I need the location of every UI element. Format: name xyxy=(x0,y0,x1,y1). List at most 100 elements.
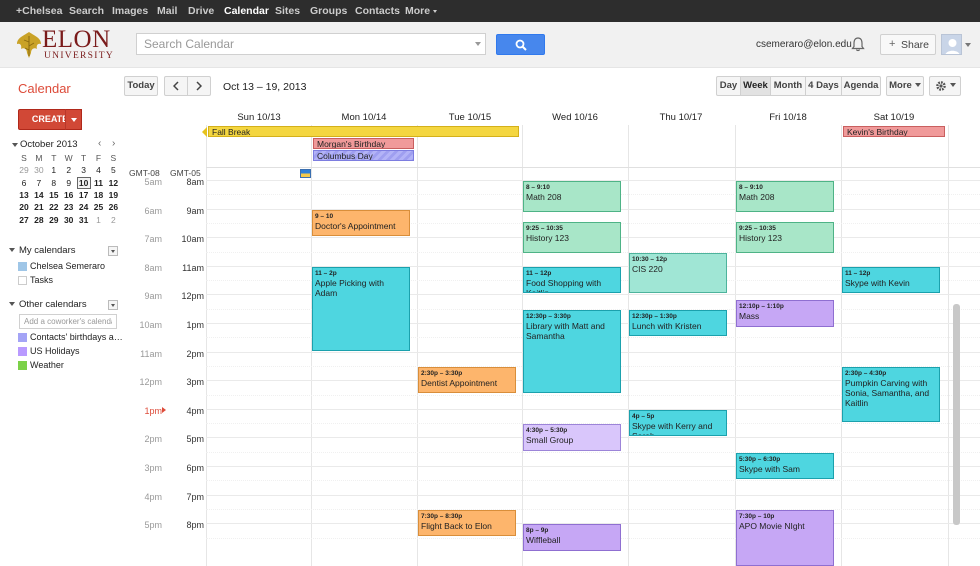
mini-cal-day[interactable]: 2 xyxy=(62,164,76,176)
allday-event-morgans-birthday[interactable]: Morgan's Birthday xyxy=(313,138,414,149)
mini-cal-day[interactable]: 6 xyxy=(17,177,31,189)
account-caret-icon[interactable] xyxy=(965,43,971,47)
day-header[interactable]: Fri 10/18 xyxy=(735,112,841,123)
day-header[interactable]: Tue 10/15 xyxy=(417,112,523,123)
add-coworker-input[interactable] xyxy=(19,314,117,329)
nav-mail[interactable]: Mail xyxy=(157,0,177,22)
settings-button[interactable] xyxy=(929,76,961,96)
collapse-triangle-icon[interactable] xyxy=(12,143,18,147)
day-header[interactable]: Mon 10/14 xyxy=(311,112,417,123)
mini-next-month-icon[interactable]: › xyxy=(112,138,115,149)
event-skype-kevin[interactable]: 11 – 12p Skype with Kevin xyxy=(842,266,940,294)
mini-cal-day[interactable]: 17 xyxy=(77,189,91,201)
user-email[interactable]: csemeraro@elon.edu xyxy=(756,39,852,50)
day-header[interactable]: Wed 10/16 xyxy=(522,112,628,123)
event-food-shopping[interactable]: 11 – 12p Food Shopping with Kaitlin xyxy=(523,266,621,294)
weather-icon[interactable] xyxy=(300,169,311,178)
mini-cal-day[interactable]: 28 xyxy=(32,214,46,226)
event-doctors-appointment[interactable]: 9 – 10 Doctor's Appointment xyxy=(312,209,410,237)
other-calendars-dropdown[interactable] xyxy=(108,300,118,310)
more-button[interactable]: More xyxy=(886,76,924,96)
nav-search[interactable]: Search xyxy=(69,0,104,22)
event-history-123[interactable]: 9:25 – 10:35 History 123 xyxy=(736,221,834,253)
allday-event-fall-break[interactable]: Fall Break xyxy=(208,126,519,137)
create-dropdown-button[interactable] xyxy=(65,109,82,130)
event-mass[interactable]: 12:10p – 1:10p Mass xyxy=(736,300,834,327)
mini-cal-day[interactable]: 14 xyxy=(32,189,46,201)
my-calendars-dropdown[interactable] xyxy=(108,246,118,256)
event-cis-220[interactable]: 10:30 – 12p CIS 220 xyxy=(629,252,727,294)
mini-cal-day[interactable]: 27 xyxy=(17,214,31,226)
avatar[interactable] xyxy=(941,34,962,55)
nav-more[interactable]: More xyxy=(405,0,438,22)
mini-cal-day[interactable]: 13 xyxy=(17,189,31,201)
event-apo-movie-night[interactable]: 7:30p – 10p APO Movie NIght xyxy=(736,509,834,566)
event-skype-sam[interactable]: 5:30p – 6:30p Skype with Sam xyxy=(736,452,834,480)
allday-event-kevins-birthday[interactable]: Kevin's Birthday xyxy=(843,126,945,137)
day-header[interactable]: Thu 10/17 xyxy=(628,112,734,123)
mini-cal-day[interactable]: 7 xyxy=(32,177,46,189)
mini-cal-day[interactable]: 9 xyxy=(62,177,76,189)
mini-cal-day[interactable]: 22 xyxy=(47,201,61,213)
view-month-button[interactable]: Month xyxy=(770,76,806,96)
event-pumpkin-carving[interactable]: 2:30p – 4:30p Pumpkin Carving with Sonia,… xyxy=(842,366,940,423)
mini-cal-day[interactable]: 1 xyxy=(47,164,61,176)
event-math-208[interactable]: 8 – 9:10 Math 208 xyxy=(523,181,621,213)
view-day-button[interactable]: Day xyxy=(716,76,741,96)
mini-cal-day[interactable]: 26 xyxy=(106,201,120,213)
mini-cal-day[interactable]: 29 xyxy=(17,164,31,176)
nav-contacts[interactable]: Contacts xyxy=(355,0,400,22)
event-skype-kerry-sarah[interactable]: 4p – 5p Skype with Kerry and Sarah xyxy=(629,409,727,437)
notifications-bell-icon[interactable] xyxy=(851,37,865,52)
mini-cal-day[interactable]: 30 xyxy=(62,214,76,226)
next-week-button[interactable] xyxy=(187,76,211,96)
mini-cal-day[interactable]: 15 xyxy=(47,189,61,201)
mini-cal-day[interactable]: 23 xyxy=(62,201,76,213)
mini-cal-day[interactable]: 19 xyxy=(106,189,120,201)
mini-cal-day[interactable]: 21 xyxy=(32,201,46,213)
event-history-123[interactable]: 9:25 – 10:35 History 123 xyxy=(523,221,621,253)
mini-cal-day[interactable]: 30 xyxy=(32,164,46,176)
search-input[interactable] xyxy=(136,33,486,55)
mini-cal-day[interactable]: 1 xyxy=(92,214,106,226)
mini-cal-day[interactable]: 8 xyxy=(47,177,61,189)
day-header[interactable]: Sun 10/13 xyxy=(206,112,312,123)
mini-cal-day[interactable]: 10 xyxy=(76,176,91,189)
event-wiffleball[interactable]: 8p – 9p Wiffleball xyxy=(523,524,621,551)
mini-cal-day[interactable]: 29 xyxy=(47,214,61,226)
nav-images[interactable]: Images xyxy=(112,0,148,22)
view-week-button[interactable]: Week xyxy=(740,76,771,96)
prev-week-button[interactable] xyxy=(164,76,188,96)
event-math-208[interactable]: 8 – 9:10 Math 208 xyxy=(736,181,834,213)
share-button[interactable]: + Share xyxy=(880,34,936,55)
other-calendars-header[interactable]: Other calendars xyxy=(9,299,87,310)
event-small-group[interactable]: 4:30p – 5:30p Small Group xyxy=(523,424,621,451)
mini-cal-day[interactable]: 5 xyxy=(106,164,120,176)
event-dentist-appointment[interactable]: 2:30p – 3:30p Dentist Appointment xyxy=(418,366,516,394)
mini-cal-day[interactable]: 11 xyxy=(92,177,106,189)
elon-logo[interactable]: ELON UNIVERSITY xyxy=(15,27,119,64)
mini-cal-day[interactable]: 4 xyxy=(92,164,106,176)
grid-scrollbar[interactable] xyxy=(953,304,960,525)
event-apple-picking[interactable]: 11 – 2p Apple Picking with Adam xyxy=(312,266,410,351)
mini-cal-day[interactable]: 3 xyxy=(77,164,91,176)
search-button[interactable] xyxy=(496,34,545,55)
event-flight-back[interactable]: 7:30p – 8:30p Flight Back to Elon xyxy=(418,509,516,537)
view-agenda-button[interactable]: Agenda xyxy=(841,76,881,96)
mini-cal-day[interactable]: 12 xyxy=(106,177,120,189)
mini-cal-day[interactable]: 20 xyxy=(17,201,31,213)
nav-groups[interactable]: Groups xyxy=(310,0,347,22)
mini-cal-day[interactable]: 16 xyxy=(62,189,76,201)
mini-cal-day[interactable]: 31 xyxy=(77,214,91,226)
nav-sites[interactable]: Sites xyxy=(275,0,300,22)
today-button[interactable]: Today xyxy=(124,76,158,96)
nav-plus-chelsea[interactable]: +Chelsea xyxy=(16,0,62,22)
event-lunch-kristen[interactable]: 12:30p – 1:30p Lunch with Kristen xyxy=(629,309,727,337)
view-4days-button[interactable]: 4 Days xyxy=(805,76,842,96)
allday-event-columbus-day[interactable]: Columbus Day xyxy=(313,150,414,161)
nav-drive[interactable]: Drive xyxy=(188,0,214,22)
my-calendars-header[interactable]: My calendars xyxy=(9,245,76,256)
mini-prev-month-icon[interactable]: ‹ xyxy=(98,138,101,149)
mini-cal-day[interactable]: 18 xyxy=(92,189,106,201)
mini-cal-day[interactable]: 2 xyxy=(106,214,120,226)
